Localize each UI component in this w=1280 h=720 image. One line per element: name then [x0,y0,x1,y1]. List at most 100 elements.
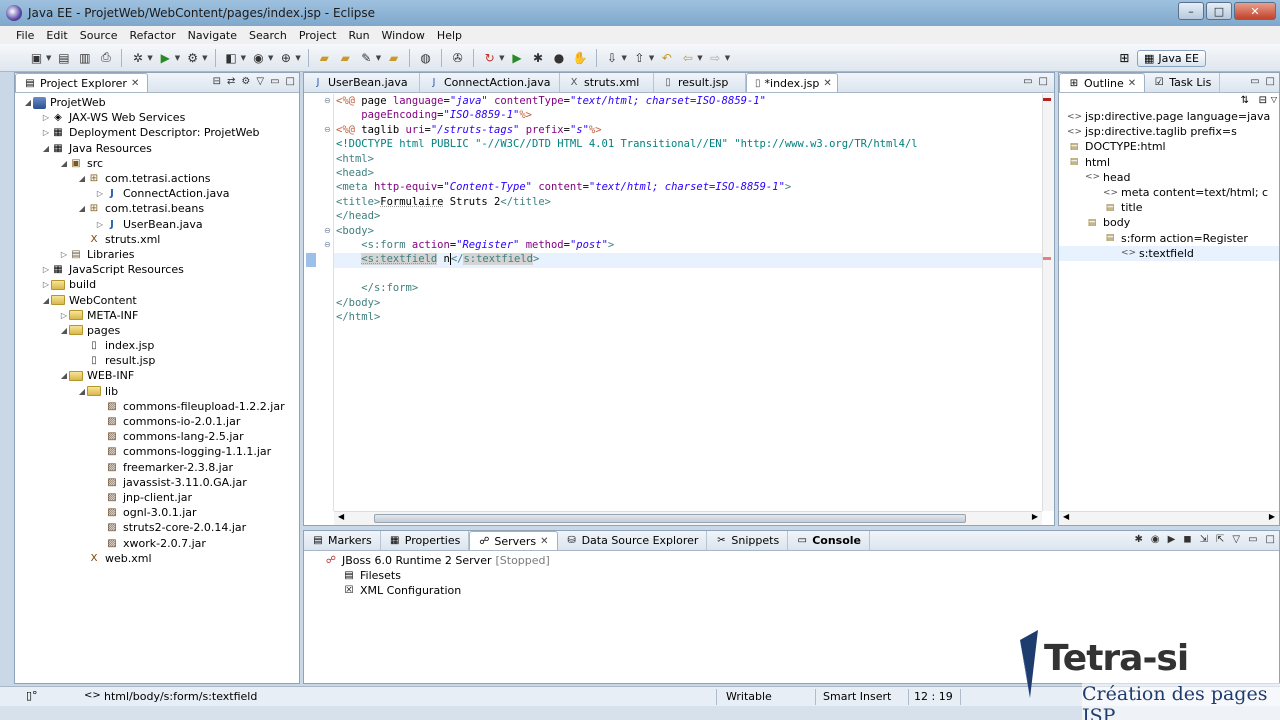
tree-item[interactable]: ▨ jnp-client.jar [15,490,299,505]
scroll-left-icon[interactable]: ◀ [1063,512,1069,521]
outline-tab[interactable]: ⊞ Outline ✕ [1059,73,1146,92]
server-child-item[interactable]: ☒ XML Configuration [324,583,1279,598]
tree-item[interactable]: ▷ META-INF [15,308,299,323]
code-line[interactable]: </html> [336,311,380,325]
code-line[interactable]: </body> [336,297,380,311]
minimize-button[interactable]: – [1178,2,1204,20]
tree-item[interactable]: ▨ commons-fileupload-1.2.2.jar [15,399,299,414]
editor-tab[interactable]: ▯ *index.jsp ✕ [746,73,838,92]
outline-item[interactable]: <> s:textfield [1059,245,1279,261]
code-line[interactable]: <!DOCTYPE html PUBLIC "-//W3C//DTD HTML … [336,138,918,152]
twisty-open-icon[interactable]: ◢ [41,144,51,153]
twisty-closed-icon[interactable]: ▷ [41,113,51,122]
scroll-right-icon[interactable]: ▶ [1269,512,1275,521]
new-class-icon[interactable]: ◉ [250,49,267,66]
tree-item[interactable]: ▷ ▦ JavaScript Resources [15,262,299,277]
save-icon[interactable]: ▤ [55,49,72,66]
tree-item[interactable]: ▨ commons-lang-2.5.jar [15,429,299,444]
code-line[interactable]: </head> [336,210,380,224]
bottom-tab[interactable]: ▦ Properties [381,531,470,550]
tree-item[interactable]: ◢ ⊞ com.tetrasi.beans [15,201,299,216]
profile-server-icon[interactable]: ▶ [1168,534,1176,545]
twisty-closed-icon[interactable]: ▷ [41,128,51,137]
tree-item[interactable]: ◢ WebContent [15,292,299,307]
publish-icon[interactable]: ⇲ [1200,534,1208,545]
close-icon[interactable]: ✕ [823,78,831,89]
tree-item[interactable]: ▨ commons-logging-1.1.1.jar [15,444,299,459]
code-line[interactable]: <%@ taglib uri="/struts-tags" prefix="s"… [336,124,602,138]
outline-item[interactable]: ▤ DOCTYPE:html [1059,139,1279,154]
error-marker-icon[interactable] [1043,98,1051,101]
editor-tab[interactable]: J UserBean.java [304,73,420,92]
disconnect-icon[interactable]: ⇱ [1216,534,1224,545]
horizontal-scrollbar[interactable]: ◀ ▶ [334,511,1042,525]
warning-marker-icon[interactable] [1043,257,1051,260]
outline-item[interactable]: ▤ s:form action=Register [1059,231,1279,246]
menu-edit[interactable]: Edit [40,29,73,42]
open-folder-icon[interactable]: ▰ [316,49,333,66]
menu-project[interactable]: Project [293,29,343,42]
menu-search[interactable]: Search [243,29,293,42]
fold-collapse-icon[interactable]: ⊖ [324,96,331,105]
open-type-icon[interactable]: ⊕ [277,49,294,66]
print-icon[interactable]: ⎙ [97,49,114,66]
twisty-open-icon[interactable]: ◢ [77,387,87,396]
outline-hscrollbar[interactable]: ◀ ▶ [1059,511,1279,525]
tree-item[interactable]: ▷ J ConnectAction.java [15,186,299,201]
refresh-icon[interactable]: ↻ [481,49,498,66]
collapse-all-icon[interactable]: ⊟ [213,76,221,87]
link-editor-icon[interactable]: ⇄ [227,76,235,87]
tree-item[interactable]: ◢ ▣ src [15,156,299,171]
fold-collapse-icon[interactable]: ⊖ [324,226,331,235]
close-button[interactable]: ✕ [1234,2,1276,20]
twisty-closed-icon[interactable]: ▷ [95,189,105,198]
code-line[interactable]: <s:form action="Register" method="post"> [336,239,614,253]
last-edit-icon[interactable]: ↶ [658,49,675,66]
tree-item[interactable]: ▷ ◈ JAX-WS Web Services [15,110,299,125]
tree-item[interactable]: ▨ xwork-2.0.7.jar [15,535,299,550]
scroll-left-icon[interactable]: ◀ [338,512,344,521]
tree-item[interactable]: ◢ lib [15,384,299,399]
run-icon[interactable]: ▶ [157,49,174,66]
tab-project-explorer[interactable]: ▤ Project Explorer ✕ [15,73,149,92]
menu-window[interactable]: Window [376,29,431,42]
tree-item[interactable]: ◢ ⊞ com.tetrasi.actions [15,171,299,186]
menu-file[interactable]: File [10,29,40,42]
chevron-down-icon[interactable]: ▽ [256,76,264,87]
new-java-project-icon[interactable]: ◧ [223,49,240,66]
outline-item[interactable]: ▤ body [1059,215,1279,230]
stop-server-icon[interactable]: ● [551,49,568,66]
next-annotation-icon[interactable]: ⇩ [604,49,621,66]
maximize-view-icon[interactable]: □ [1266,76,1275,87]
stop-server-icon[interactable]: ◼ [1183,534,1191,545]
scrollbar-thumb[interactable] [374,514,966,523]
tree-item[interactable]: ◢ ▦ Java Resources [15,141,299,156]
tree-item[interactable]: ▯ index.jsp [15,338,299,353]
code-line[interactable]: <html> [336,153,374,167]
twisty-closed-icon[interactable]: ▷ [41,280,51,289]
tree-item[interactable]: ▨ freemarker-2.3.8.jar [15,460,299,475]
collapse-all-icon[interactable]: ⊟ [1259,95,1267,106]
outline-item[interactable]: <> head [1059,170,1279,185]
forward-icon[interactable]: ⇨ [707,49,724,66]
open-perspective-icon[interactable]: ⊞ [1116,50,1133,67]
view-menu-icon[interactable]: ⚙ [241,76,250,87]
minimize-view-icon[interactable]: ▭ [1250,76,1259,87]
hand-icon[interactable]: ✋ [572,49,589,66]
globe-icon[interactable]: ◍ [417,49,434,66]
outline-item[interactable]: ▤ title [1059,200,1279,215]
server-row[interactable]: ☍ JBoss 6.0 Runtime 2 Server [Stopped] [324,553,1279,568]
code-line[interactable]: <s:textfield n</s:textfield> [336,253,539,267]
bottom-tab[interactable]: ▭ Console [788,531,870,550]
minimize-view-icon[interactable]: ▭ [1248,534,1257,545]
twisty-open-icon[interactable]: ◢ [77,204,87,213]
tree-item[interactable]: ▯ result.jsp [15,353,299,368]
code-line[interactable]: <meta http-equiv="Content-Type" content=… [336,181,791,195]
code-line[interactable]: </s:form> [336,282,418,296]
twisty-open-icon[interactable]: ◢ [23,98,33,107]
outline-item[interactable]: <> meta content=text/html; c [1059,185,1279,200]
code-line[interactable]: <%@ page language="java" contentType="te… [336,95,766,109]
twisty-closed-icon[interactable]: ▷ [95,220,105,229]
tree-item[interactable]: ▨ commons-io-2.0.1.jar [15,414,299,429]
minimize-view-icon[interactable]: ▭ [1023,76,1032,87]
